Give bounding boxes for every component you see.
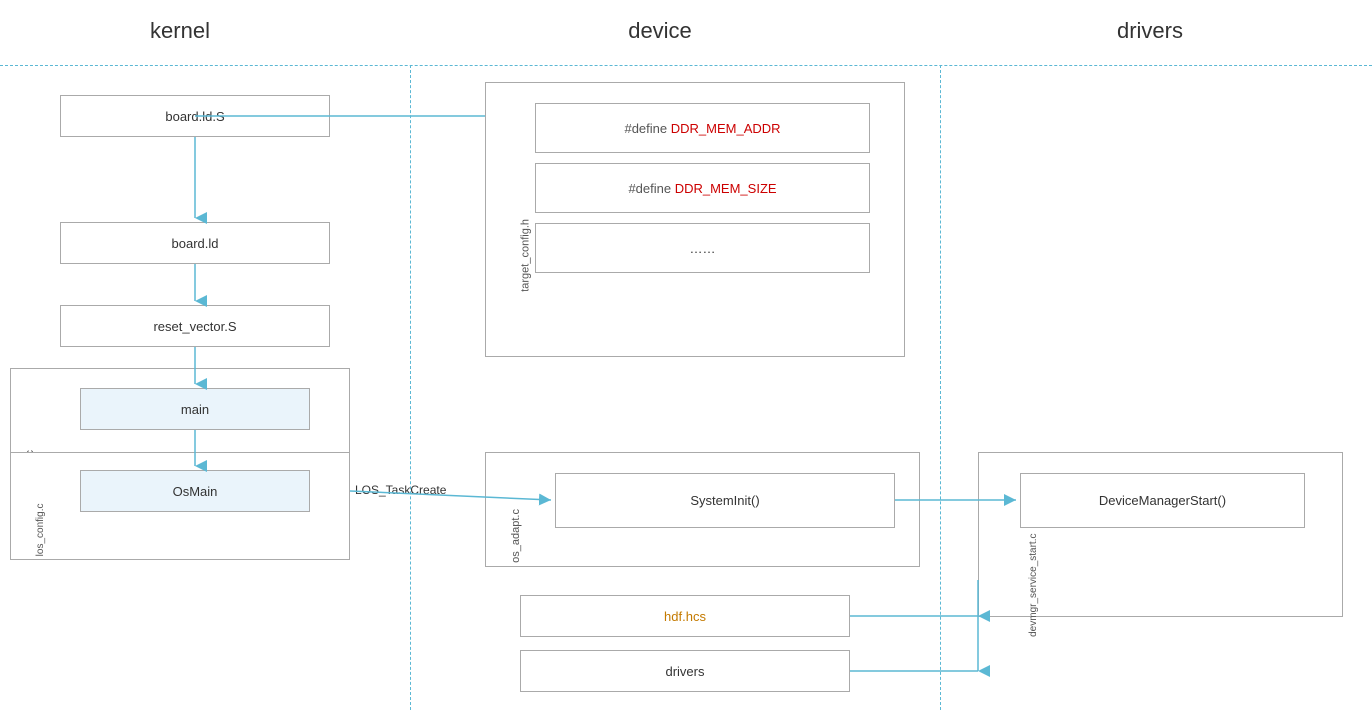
ellipsis-box: …… bbox=[535, 223, 870, 273]
col-header-kernel: kernel bbox=[80, 18, 280, 44]
define-ddr-mem-size-box: #define DDR_MEM_SIZE bbox=[535, 163, 870, 213]
device-manager-start-label: DeviceManagerStart() bbox=[1099, 493, 1226, 508]
divider-kernel-device bbox=[410, 65, 411, 710]
define-ddr-mem-size-label: #define DDR_MEM_SIZE bbox=[628, 181, 776, 196]
reset-vector-s-label: reset_vector.S bbox=[153, 319, 236, 334]
system-init-box: SystemInit() bbox=[555, 473, 895, 528]
main-box: main bbox=[80, 388, 310, 430]
board-ld-label: board.ld bbox=[172, 236, 219, 251]
define-ddr-mem-addr-label: #define DDR_MEM_ADDR bbox=[624, 121, 780, 136]
los-config-side-label: los_config.c bbox=[35, 504, 46, 557]
target-config-side-label: target_config.h bbox=[519, 219, 531, 292]
devmgr-service-side-label: devmgr_service_start.c bbox=[1028, 534, 1039, 637]
define-ddr-mem-addr-box: #define DDR_MEM_ADDR bbox=[535, 103, 870, 153]
los-task-create-label: LOS_TaskCreate bbox=[355, 483, 446, 497]
divider-device-drivers bbox=[940, 65, 941, 710]
os-adapt-side-label: os_adapt.c bbox=[510, 509, 522, 563]
hdf-hcs-label: hdf.hcs bbox=[664, 609, 706, 624]
board-ld-box: board.ld bbox=[60, 222, 330, 264]
col-header-device: device bbox=[560, 18, 760, 44]
os-main-label: OsMain bbox=[173, 484, 218, 499]
board-ld-s-box: board.ld.S bbox=[60, 95, 330, 137]
reset-vector-s-box: reset_vector.S bbox=[60, 305, 330, 347]
board-ld-s-label: board.ld.S bbox=[165, 109, 224, 124]
device-manager-start-box: DeviceManagerStart() bbox=[1020, 473, 1305, 528]
system-init-label: SystemInit() bbox=[690, 493, 759, 508]
os-main-box: OsMain bbox=[80, 470, 310, 512]
diagram-container: kernel device drivers board.ld.S board.l… bbox=[0, 0, 1372, 710]
ellipsis-label: …… bbox=[690, 241, 716, 256]
top-divider bbox=[0, 65, 1372, 66]
col-header-drivers: drivers bbox=[1050, 18, 1250, 44]
main-label: main bbox=[181, 402, 209, 417]
drivers-label: drivers bbox=[665, 664, 704, 679]
hdf-hcs-box: hdf.hcs bbox=[520, 595, 850, 637]
drivers-box: drivers bbox=[520, 650, 850, 692]
